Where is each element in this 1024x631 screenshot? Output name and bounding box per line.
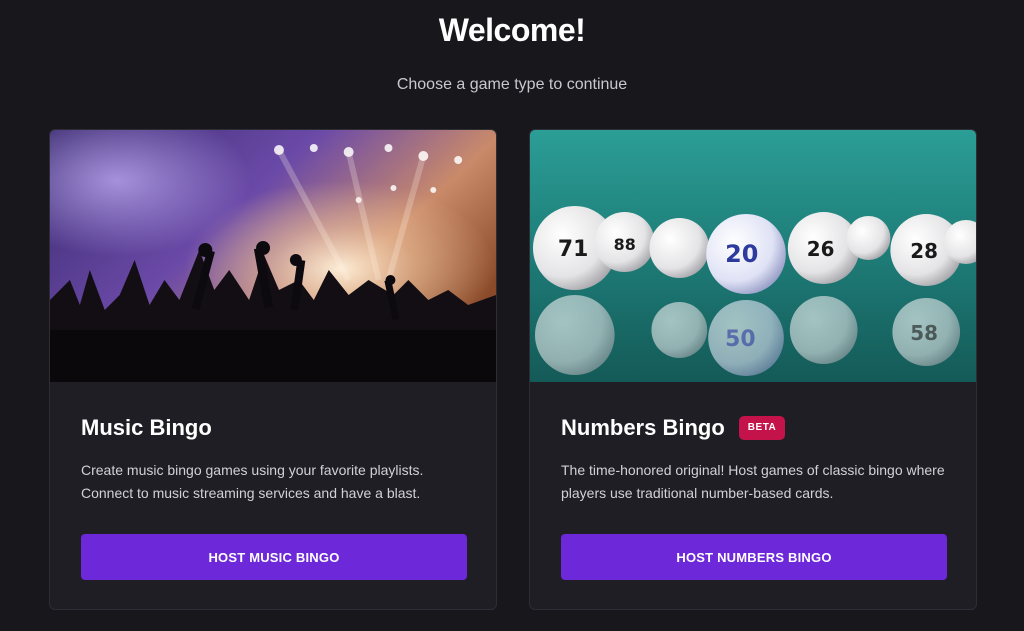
music-bingo-card: Music Bingo Create music bingo games usi… <box>49 129 497 610</box>
svg-text:28: 28 <box>910 239 938 263</box>
svg-text:88: 88 <box>614 235 636 254</box>
svg-text:71: 71 <box>558 237 588 262</box>
host-music-bingo-button[interactable]: HOST MUSIC BINGO <box>81 534 467 580</box>
card-title: Music Bingo <box>81 415 212 440</box>
concert-crowd-image <box>50 130 496 382</box>
bingo-balls-image: 71 88 20 26 28 50 58 <box>530 130 976 382</box>
beta-badge: BETA <box>738 416 786 440</box>
numbers-bingo-heading: Numbers Bingo BETA <box>561 415 786 441</box>
host-numbers-bingo-button[interactable]: HOST NUMBERS BINGO <box>561 534 947 580</box>
game-type-page: Welcome! Choose a game type to continue <box>0 0 1024 631</box>
page-title: Welcome! <box>438 12 586 48</box>
svg-text:50: 50 <box>725 327 755 352</box>
numbers-bingo-card: 71 88 20 26 28 50 58 Numbers Bingo BETA … <box>529 129 977 610</box>
svg-text:58: 58 <box>910 321 938 345</box>
music-bingo-heading: Music Bingo <box>81 415 212 441</box>
card-description: Create music bingo games using your favo… <box>81 462 424 501</box>
svg-text:20: 20 <box>725 240 758 268</box>
card-title: Numbers Bingo <box>561 415 725 440</box>
card-description: The time-honored original! Host games of… <box>561 462 945 501</box>
svg-text:26: 26 <box>807 237 835 261</box>
page-subtitle: Choose a game type to continue <box>396 76 628 93</box>
